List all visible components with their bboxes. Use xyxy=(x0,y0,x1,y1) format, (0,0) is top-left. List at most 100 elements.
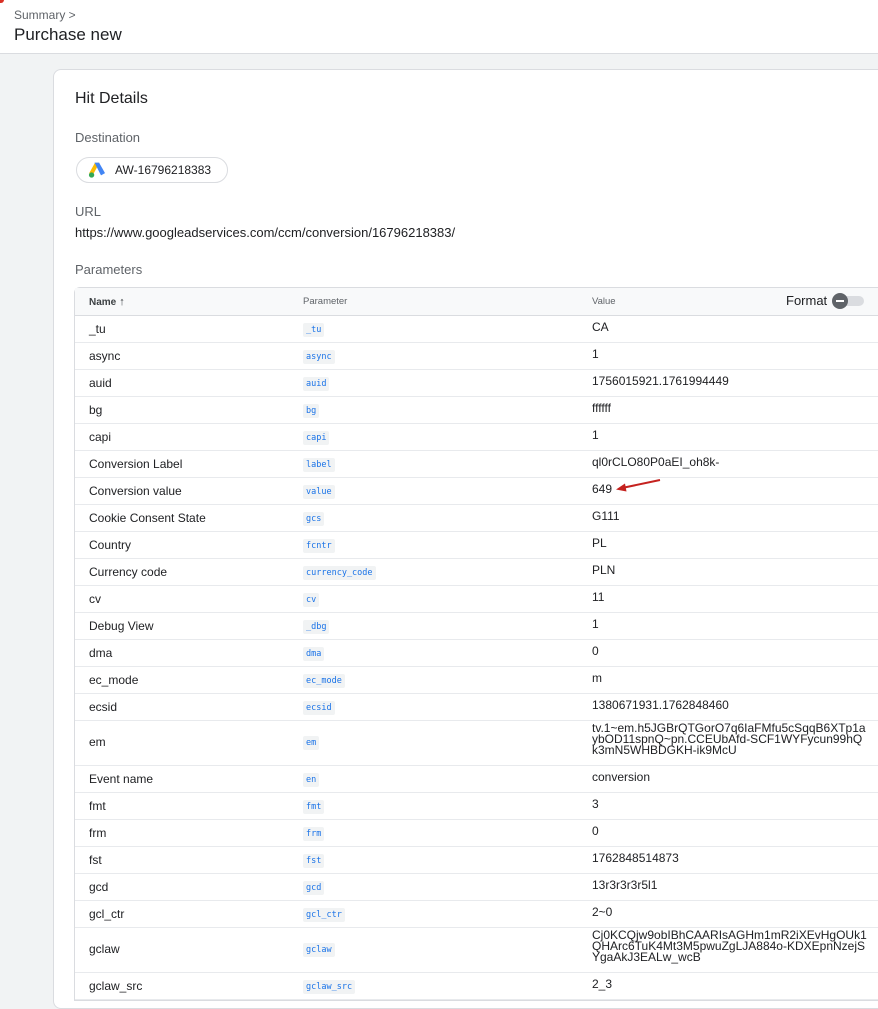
param-name: dma xyxy=(89,646,113,660)
table-row: Currency code currency_code PLN xyxy=(75,559,878,586)
param-name: ec_mode xyxy=(89,673,139,687)
param-name: gclaw xyxy=(89,942,120,956)
param-name: Conversion value xyxy=(89,484,182,498)
param-value: 1 xyxy=(592,428,599,442)
toggle-off-icon xyxy=(832,293,848,309)
table-row: async async 1 xyxy=(75,343,878,370)
table-row: Country fcntr PL xyxy=(75,532,878,559)
param-key: cv xyxy=(303,593,320,607)
parameters-label: Parameters xyxy=(75,262,143,277)
table-row: Debug View _dbg 1 xyxy=(75,613,878,640)
table-row: fmt fmt 3 xyxy=(75,793,878,820)
param-key: dma xyxy=(303,647,325,661)
param-value: m xyxy=(592,671,602,685)
table-row: capi capi 1 xyxy=(75,424,878,451)
param-key: value xyxy=(303,485,335,499)
param-value: 3 xyxy=(592,797,599,811)
param-value: PL xyxy=(592,536,607,550)
param-name: frm xyxy=(89,826,107,840)
table-row: gcd gcd 13r3r3r3r5l1 xyxy=(75,874,878,901)
param-value: G111 xyxy=(592,509,620,523)
table-row: Event name en conversion xyxy=(75,766,878,793)
card-title: Hit Details xyxy=(75,90,148,107)
param-key: em xyxy=(303,736,320,750)
param-name: Country xyxy=(89,538,132,552)
param-key: _tu xyxy=(303,323,325,337)
param-value: 2_3 xyxy=(592,977,613,991)
format-toggle[interactable] xyxy=(832,293,864,309)
table-row: gcl_ctr gcl_ctr 2~0 xyxy=(75,901,878,928)
param-value: 1 xyxy=(592,617,599,631)
param-name: gclaw_src xyxy=(89,979,143,993)
param-name: ecsid xyxy=(89,700,118,714)
param-value: 13r3r3r3r5l1 xyxy=(592,878,658,892)
param-key: ec_mode xyxy=(303,674,345,688)
param-name: Event name xyxy=(89,772,154,786)
param-key: currency_code xyxy=(303,566,376,580)
param-key: _dbg xyxy=(303,620,330,634)
param-name: auid xyxy=(89,376,112,390)
table-row: em em tv.1~em.h5JGBrQTGorO7q6IaFMfu5cSqqB6… xyxy=(75,721,878,766)
param-name: async xyxy=(89,349,121,363)
param-value: 2~0 xyxy=(592,905,613,919)
table-header: Name ↑ Parameter Value Format xyxy=(75,288,878,316)
red-corner-mark xyxy=(0,0,4,3)
table-row: fst fst 1762848514873 xyxy=(75,847,878,874)
param-key: fcntr xyxy=(303,539,335,553)
table-row: gclaw_src gclaw_src 2_3 xyxy=(75,973,878,1000)
param-key: gcl_ctr xyxy=(303,908,345,922)
param-name: bg xyxy=(89,403,103,417)
param-key: label xyxy=(303,458,335,472)
param-key: frm xyxy=(303,827,325,841)
value-column-header: Value xyxy=(592,296,616,307)
table-row: frm frm 0 xyxy=(75,820,878,847)
param-value: tv.1~em.h5JGBrQTGorO7q6IaFMfu5cSqqB6XTp1… xyxy=(592,721,866,757)
red-arrow-annotation xyxy=(616,479,661,492)
format-label: Format xyxy=(786,293,828,308)
param-key: bg xyxy=(303,404,320,418)
param-key: auid xyxy=(303,377,330,391)
destination-id: AW-16796218383 xyxy=(115,163,212,177)
parameters-table: Name ↑ Parameter Value Format _tu _tu CA asy… xyxy=(74,287,878,1001)
table-row: gclaw gclaw Cj0KCQjw9obIBhCAARIsAGHm1mR2iX… xyxy=(75,928,878,973)
param-name: _tu xyxy=(89,322,106,336)
url-label: URL xyxy=(75,204,102,219)
arrow-up-icon: ↑ xyxy=(119,296,125,308)
param-key: gcs xyxy=(303,512,325,526)
param-key: capi xyxy=(303,431,330,445)
name-header-label: Name xyxy=(89,297,117,308)
param-key: gcd xyxy=(303,881,325,895)
param-key: gclaw xyxy=(303,943,335,957)
param-name: gcd xyxy=(89,880,109,894)
parameter-column-header: Parameter xyxy=(303,296,348,307)
param-name: Conversion Label xyxy=(89,457,183,471)
param-name: Currency code xyxy=(89,565,168,579)
breadcrumb-summary[interactable]: Summary > xyxy=(14,8,76,22)
param-value: CA xyxy=(592,320,609,334)
param-value: ffffff xyxy=(592,401,611,415)
param-value: 0 xyxy=(592,644,599,658)
param-name: gcl_ctr xyxy=(89,907,125,921)
table-row: dma dma 0 xyxy=(75,640,878,667)
name-column-header[interactable]: Name ↑ xyxy=(89,296,125,308)
table-row: bg bg ffffff xyxy=(75,397,878,424)
param-value: conversion xyxy=(592,770,651,784)
param-key: fst xyxy=(303,854,325,868)
table-row: ec_mode ec_mode m xyxy=(75,667,878,694)
table-row: Cookie Consent State gcs G111 xyxy=(75,505,878,532)
table-body: _tu _tu CA async async 1 auid auid 1756015921.17… xyxy=(75,316,878,1000)
param-name: cv xyxy=(89,592,101,606)
param-value: 1756015921.1761994449 xyxy=(592,374,729,388)
param-key: fmt xyxy=(303,800,325,814)
destination-chip[interactable]: AW-16796218383 xyxy=(76,157,228,183)
param-name: Debug View xyxy=(89,619,154,633)
param-value: ql0rCLO80P0aEI_oh8k- xyxy=(592,455,720,469)
table-row: _tu _tu CA xyxy=(75,316,878,343)
param-name: capi xyxy=(89,430,112,444)
param-value: PLN xyxy=(592,563,616,577)
param-key: async xyxy=(303,350,335,364)
top-bar: Summary > Purchase new xyxy=(0,0,878,54)
table-row: auid auid 1756015921.1761994449 xyxy=(75,370,878,397)
param-name: em xyxy=(89,735,106,749)
destination-label: Destination xyxy=(75,130,141,145)
